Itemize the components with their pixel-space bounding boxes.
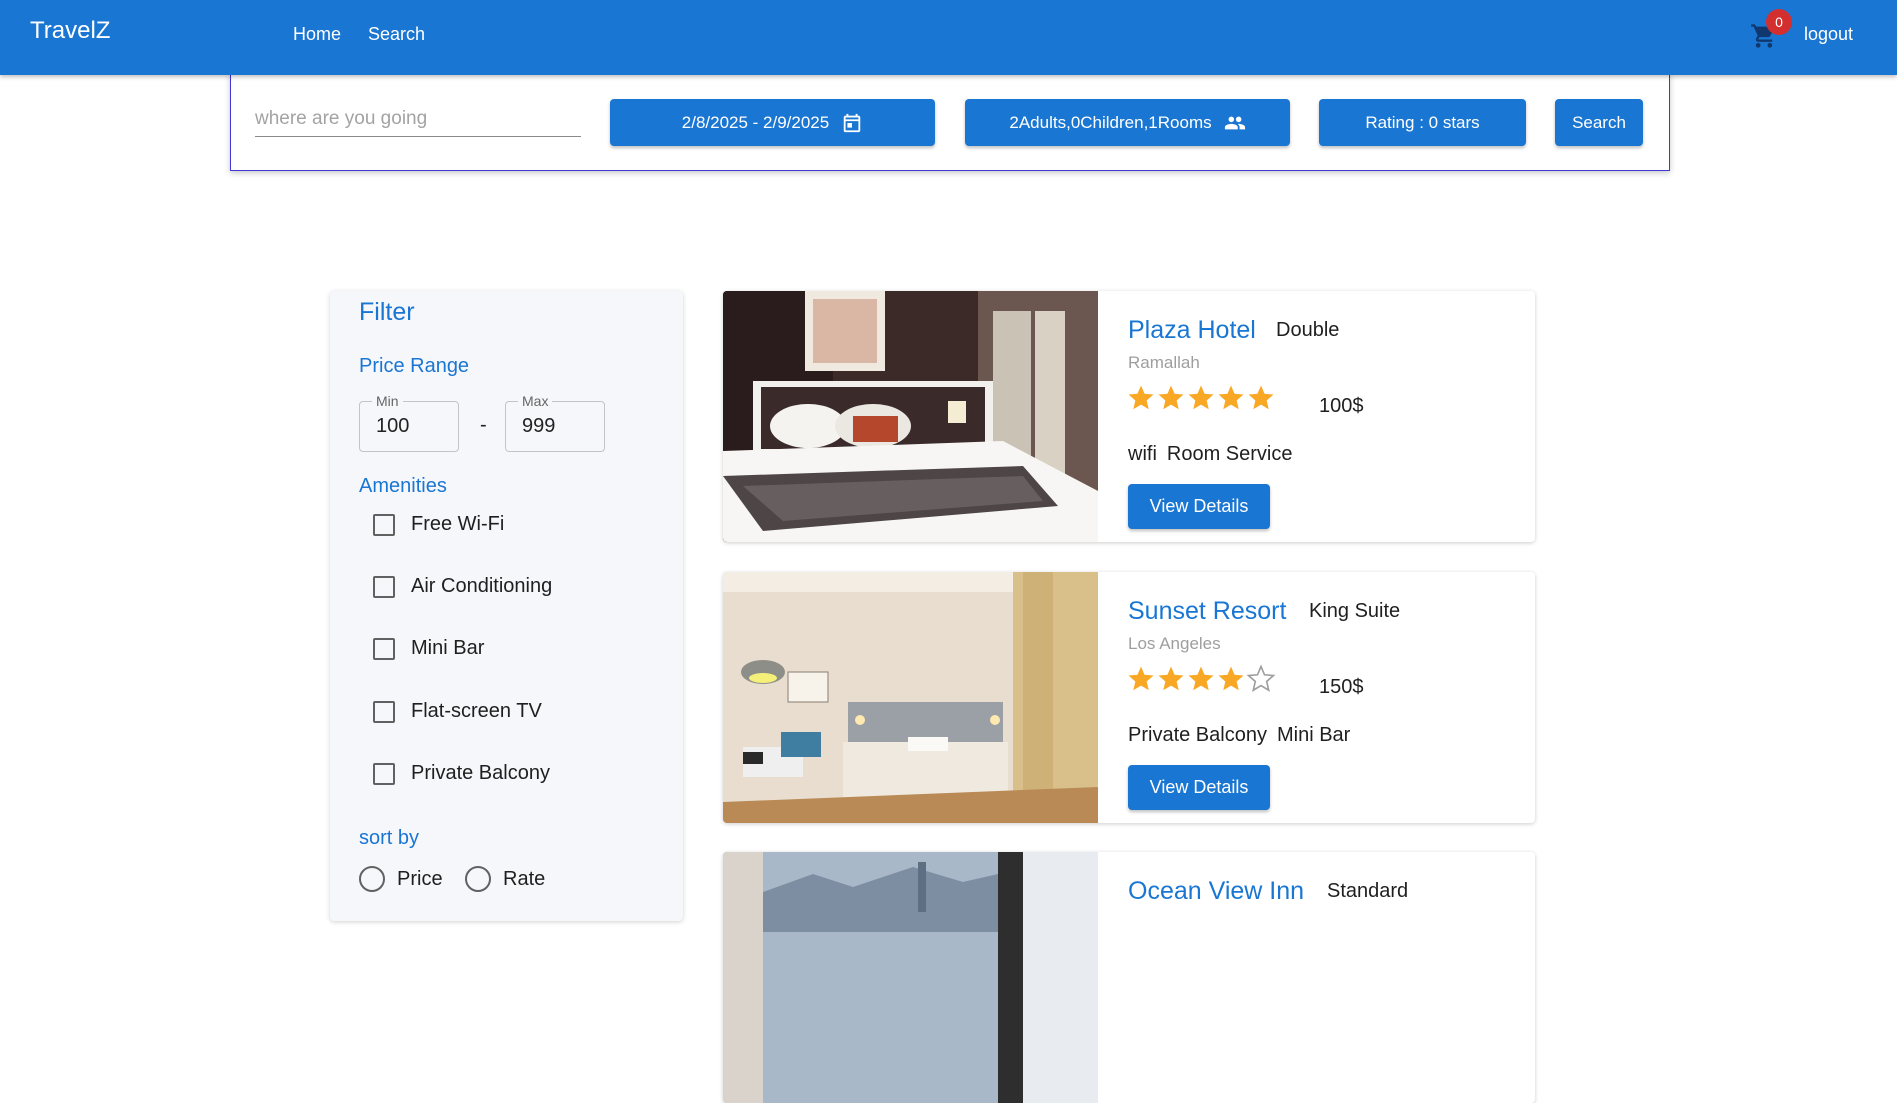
checkbox[interactable] [373, 700, 395, 723]
checkbox[interactable] [373, 513, 395, 536]
hotel-amenity: Mini Bar [1276, 724, 1351, 746]
rating-stars [1126, 383, 1276, 413]
hotel-name[interactable]: Ocean View Inn [1128, 877, 1304, 906]
amenities-label: Amenities [359, 475, 447, 497]
hotel-amenities: wifi Room Service [1128, 443, 1293, 466]
star-filled-icon [1218, 666, 1244, 691]
hotel-card: Plaza Hotel Double Ramallah 100$ wifi Ro… [723, 291, 1535, 542]
logout-link[interactable]: logout [1804, 24, 1853, 45]
sort-radio-price[interactable]: Price [359, 866, 443, 892]
date-range-label: 2/8/2025 - 2/9/2025 [681, 112, 830, 132]
room-type: Double [1276, 319, 1340, 341]
radio-button[interactable] [359, 866, 385, 892]
search-button[interactable]: Search [1555, 99, 1643, 146]
filter-title: Filter [359, 298, 415, 326]
star-filled-icon [1188, 666, 1214, 691]
amenity-checkbox-flat-screen-tv[interactable]: Flat-screen TV [373, 700, 542, 723]
amenity-label: Flat-screen TV [411, 700, 542, 722]
brand-logo[interactable]: TravelZ [30, 17, 110, 45]
star-filled-icon [1218, 385, 1244, 410]
amenity-checkbox-free-wifi[interactable]: Free Wi-Fi [373, 513, 504, 536]
hotel-city: Los Angeles [1128, 634, 1221, 653]
star-filled-icon [1248, 385, 1274, 410]
room-type: King Suite [1309, 600, 1401, 622]
hotel-photo [723, 572, 1098, 823]
search-panel: 2/8/2025 - 2/9/2025 2Adults,0Children,1R… [230, 72, 1670, 171]
guests-label: 2Adults,0Children,1Rooms [1009, 112, 1212, 132]
price-range-label: Price Range [359, 355, 470, 377]
max-price-field[interactable]: Max 999 [505, 393, 605, 452]
sort-option-label: Price [397, 867, 443, 890]
calendar-icon [843, 113, 861, 132]
star-filled-icon [1128, 666, 1154, 691]
sort-by-label: sort by [359, 827, 420, 849]
guests-button[interactable]: 2Adults,0Children,1Rooms [965, 99, 1290, 146]
min-price-value[interactable]: 100 [376, 415, 409, 438]
sort-option-label: Rate [503, 867, 546, 890]
radio-button[interactable] [465, 866, 491, 892]
min-price-legend: Min [372, 393, 403, 409]
amenity-checkbox-private-balcony[interactable]: Private Balcony [373, 762, 550, 785]
checkbox[interactable] [373, 575, 395, 598]
hotel-card: Ocean View Inn Standard [723, 852, 1535, 1103]
amenity-label: Free Wi-Fi [411, 513, 505, 535]
room-type: Standard [1327, 880, 1409, 902]
rating-button[interactable]: Rating : 0 stars [1319, 99, 1526, 146]
hotel-amenities: Private Balcony Mini Bar [1128, 724, 1350, 747]
view-details-button[interactable]: View Details [1128, 484, 1270, 529]
hotel-amenity: Room Service [1166, 443, 1293, 465]
destination-input[interactable] [255, 101, 581, 137]
date-range-button[interactable]: 2/8/2025 - 2/9/2025 [610, 99, 935, 146]
hotel-price: 100$ [1319, 395, 1364, 417]
star-empty-icon [1246, 664, 1276, 692]
rating-label: Rating : 0 stars [1365, 112, 1480, 132]
star-filled-icon [1158, 666, 1184, 691]
hotel-amenity: wifi [1128, 443, 1157, 465]
app-bar: TravelZ Home Search 0 logout [0, 0, 1897, 75]
hotel-city: Ramallah [1128, 353, 1200, 372]
star-filled-icon [1188, 385, 1214, 410]
hotel-card: Sunset Resort King Suite Los Angeles 150… [723, 572, 1535, 823]
star-filled-icon [1158, 385, 1184, 410]
nav-home-link[interactable]: Home [293, 24, 341, 45]
filter-panel: Filter Price Range Min 100 - Max 999 Ame… [330, 291, 683, 921]
hotel-price: 150$ [1319, 676, 1364, 698]
view-details-button[interactable]: View Details [1128, 765, 1270, 810]
checkbox[interactable] [373, 637, 395, 660]
search-button-label: Search [1572, 112, 1626, 132]
hotel-photo [723, 852, 1098, 1103]
amenity-label: Air Conditioning [411, 575, 553, 597]
people-icon [1224, 116, 1245, 129]
sort-radio-rate[interactable]: Rate [465, 866, 545, 892]
hotel-amenity: Private Balcony [1128, 724, 1267, 746]
amenity-checkbox-air-conditioning[interactable]: Air Conditioning [373, 575, 552, 598]
hotel-name[interactable]: Plaza Hotel [1128, 316, 1256, 345]
checkbox[interactable] [373, 762, 395, 785]
hotel-photo [723, 291, 1098, 542]
price-separator: - [480, 414, 487, 436]
cart-count-badge: 0 [1766, 9, 1792, 35]
amenity-label: Mini Bar [411, 637, 485, 659]
star-filled-icon [1128, 385, 1154, 410]
hotel-name[interactable]: Sunset Resort [1128, 597, 1286, 626]
rating-stars [1126, 664, 1276, 694]
nav-search-link[interactable]: Search [368, 24, 425, 45]
max-price-value[interactable]: 999 [522, 415, 555, 438]
min-price-field[interactable]: Min 100 [359, 393, 459, 452]
max-price-legend: Max [518, 393, 553, 409]
amenity-label: Private Balcony [411, 762, 550, 784]
amenity-checkbox-mini-bar[interactable]: Mini Bar [373, 637, 484, 660]
